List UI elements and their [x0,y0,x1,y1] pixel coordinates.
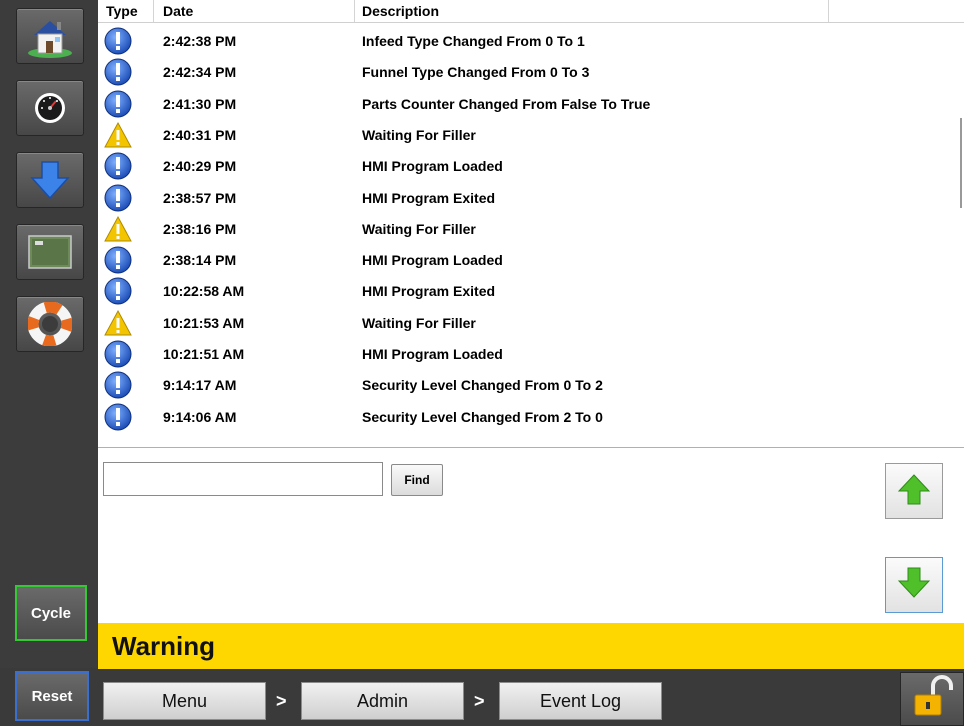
row-date: 9:14:06 AM [163,408,237,425]
row-description: Waiting For Filler [362,220,476,237]
cycle-button[interactable]: Cycle [15,585,87,641]
row-description: Waiting For Filler [362,126,476,143]
download-button[interactable] [16,152,84,208]
table-row[interactable]: 10:22:58 AM HMI Program Exited [98,276,964,307]
info-icon [104,371,132,399]
info-icon [104,184,132,212]
row-description: Security Level Changed From 0 To 2 [362,377,603,394]
column-divider [153,0,154,22]
row-description: HMI Program Loaded [362,158,503,175]
table-row[interactable]: 10:21:51 AM HMI Program Loaded [98,339,964,370]
row-date: 2:41:30 PM [163,95,237,112]
row-description: Infeed Type Changed From 0 To 1 [362,33,585,49]
row-date: 2:42:34 PM [163,64,237,81]
row-description: HMI Program Loaded [362,252,503,269]
row-date: 9:14:17 AM [163,377,237,394]
home-button[interactable] [16,8,84,64]
info-icon [104,340,132,368]
find-button[interactable]: Find [391,464,443,496]
row-date: 10:21:53 AM [163,314,245,331]
scroll-up-button[interactable] [885,463,943,519]
row-date: 2:38:14 PM [163,252,237,269]
column-header-date[interactable]: Date [163,3,193,19]
breadcrumb-menu[interactable]: Menu [103,682,266,720]
status-banner: Warning [98,623,964,669]
row-date: 2:38:57 PM [163,189,237,206]
padlock-open-icon [909,674,955,724]
cpu-button[interactable] [16,224,84,280]
row-date: 2:40:31 PM [163,126,237,143]
row-description: HMI Program Loaded [362,346,503,362]
column-header-description[interactable]: Description [362,3,439,19]
dashboard-button[interactable] [16,80,84,136]
home-icon [24,13,76,59]
table-row[interactable]: 2:41:30 PM Parts Counter Changed From Fal… [98,89,964,120]
lifebuoy-icon [28,302,72,346]
warning-icon [104,215,132,243]
row-description: HMI Program Exited [362,283,496,300]
status-text: Warning [112,631,216,661]
table-row[interactable]: 2:40:29 PM HMI Program Loaded [98,151,964,182]
sidebar: Cycle [0,0,98,668]
cpu-chip-icon [26,233,74,271]
row-description: Waiting For Filler [362,314,476,331]
row-date: 10:22:58 AM [163,283,245,300]
scroll-down-button[interactable] [885,557,943,613]
arrow-down-icon [897,566,931,605]
search-area: Find [98,448,964,623]
help-button[interactable] [16,296,84,352]
table-row[interactable]: 9:14:17 AM Security Level Changed From 0 … [98,370,964,401]
reset-button[interactable]: Reset [15,671,89,721]
row-description: Funnel Type Changed From 0 To 3 [362,64,590,81]
info-icon [104,403,132,431]
row-date: 2:42:38 PM [163,33,237,49]
table-row[interactable]: 2:42:38 PM Infeed Type Changed From 0 To … [98,26,964,57]
table-header: Type Date Description [98,0,964,23]
search-input[interactable] [103,462,383,496]
info-icon [104,152,132,180]
row-description: HMI Program Exited [362,189,496,206]
event-log-table: Type Date Description 2:42:38 PM Infeed T… [98,0,964,448]
table-row[interactable]: 2:38:14 PM HMI Program Loaded [98,245,964,276]
column-header-type[interactable]: Type [106,3,138,19]
table-row[interactable]: 9:14:06 AM Security Level Changed From 2 … [98,402,964,433]
info-icon [104,27,132,55]
row-description: Security Level Changed From 2 To 0 [362,408,603,425]
column-divider [354,0,355,22]
table-row[interactable]: 2:42:34 PM Funnel Type Changed From 0 To … [98,57,964,88]
row-date: 2:38:16 PM [163,220,237,237]
arrow-up-icon [897,472,931,511]
breadcrumb-separator: > [474,691,485,711]
breadcrumb-separator: > [276,691,287,711]
table-row[interactable]: 2:38:57 PM HMI Program Exited [98,183,964,214]
table-row[interactable]: 10:21:53 AM Waiting For Filler [98,308,964,339]
info-icon [104,246,132,274]
row-date: 2:40:29 PM [163,158,237,175]
info-icon [104,277,132,305]
table-row[interactable]: 2:40:31 PM Waiting For Filler [98,120,964,151]
warning-icon [104,121,132,149]
column-divider [828,0,829,22]
table-row[interactable]: 2:38:16 PM Waiting For Filler [98,214,964,245]
gauge-icon [30,88,70,128]
row-description: Parts Counter Changed From False To True [362,95,651,112]
breadcrumb: Menu > Admin > Event Log [98,669,964,726]
download-arrow-icon [28,160,72,200]
info-icon [104,90,132,118]
hmi-event-log-screen: Cycle Reset Type Date Description 2:42:3… [0,0,964,726]
info-icon [104,58,132,86]
warning-icon [104,309,132,337]
row-date: 10:21:51 AM [163,346,245,362]
breadcrumb-admin[interactable]: Admin [301,682,464,720]
breadcrumb-event-log[interactable]: Event Log [499,682,662,720]
scrollbar-thumb[interactable] [960,118,962,208]
login-button[interactable] [900,672,964,726]
